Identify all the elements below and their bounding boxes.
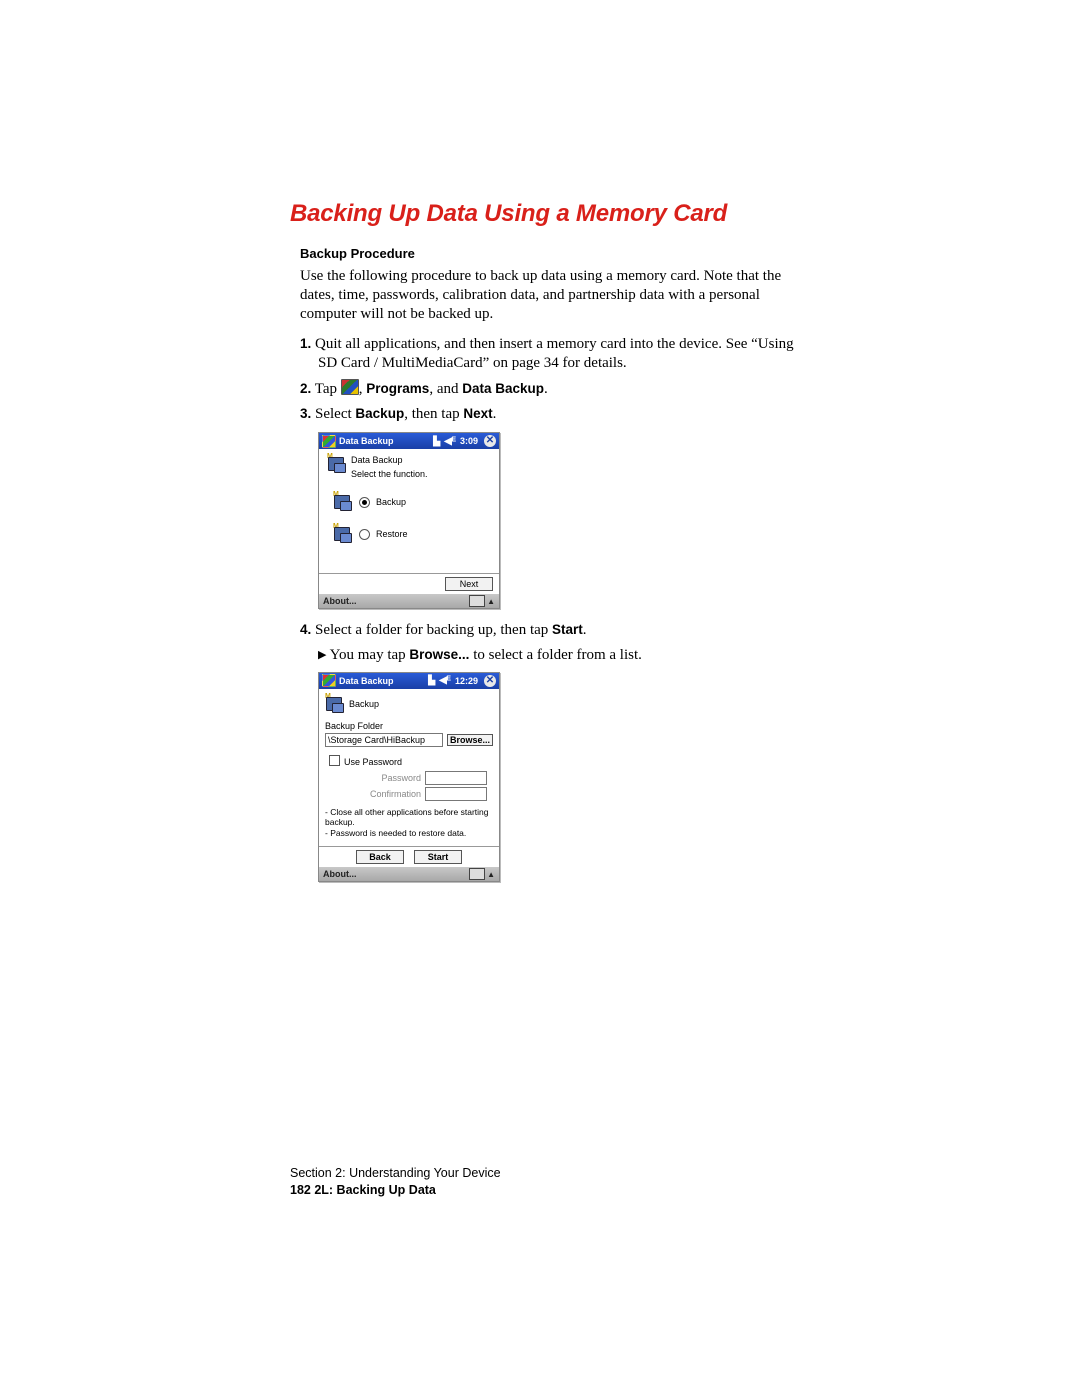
step-text: Quit all applications, and then insert a… — [315, 336, 794, 371]
back-button[interactable]: Back — [356, 850, 404, 864]
app-title: Data Backup — [351, 455, 428, 465]
step-3: 3. Select Backup, then tap Next. — [300, 405, 800, 424]
signal-icon: ▙ — [433, 436, 440, 447]
signal-icon: ▙ — [428, 675, 435, 686]
screenshot-1: Data Backup ▙ ◀ᴱ 3:09 ✕ Data Backup Sele… — [318, 432, 500, 609]
step-number: 3. — [300, 406, 311, 421]
step-1: 1. Quit all applications, and then inser… — [300, 335, 800, 373]
radio-backup-label: Backup — [376, 497, 406, 507]
restore-option[interactable]: Restore — [333, 525, 491, 543]
use-password-label: Use Password — [344, 757, 402, 767]
backup-option[interactable]: Backup — [333, 493, 491, 511]
window-titlebar: Data Backup ▙ ◀ᴱ 3:09 ✕ — [319, 433, 499, 449]
start-icon[interactable] — [322, 674, 336, 687]
browse-button[interactable]: Browse... — [447, 734, 493, 746]
button-bar: Back Start — [319, 846, 499, 867]
step-text: , and — [429, 381, 462, 397]
note-text: You may tap — [330, 647, 410, 663]
intro-paragraph: Use the following procedure to back up d… — [300, 267, 800, 325]
notes: - Close all other applications before st… — [325, 807, 493, 839]
next-label: Next — [463, 406, 492, 421]
screen-title: Backup — [349, 699, 379, 709]
use-password-checkbox[interactable] — [329, 755, 340, 766]
about-link[interactable]: About... — [323, 596, 357, 606]
app-icon — [325, 695, 343, 713]
volume-icon: ◀ᴱ — [444, 436, 456, 447]
footer-page: 182 2L: Backing Up Data — [290, 1183, 501, 1197]
clock: 3:09 — [460, 436, 478, 446]
note-line: ▶ You may tap Browse... to select a fold… — [318, 647, 800, 664]
note-2: - Password is needed to restore data. — [325, 828, 493, 839]
step-4: 4. Select a folder for backing up, then … — [300, 621, 800, 640]
bullet-icon: ▶ — [318, 649, 326, 661]
data-backup-label: Data Backup — [462, 381, 544, 396]
bottom-bar: About... ▲ — [319, 867, 499, 881]
radio-backup[interactable] — [359, 497, 370, 508]
window-title: Data Backup — [339, 676, 394, 686]
radio-restore[interactable] — [359, 529, 370, 540]
app-icon — [327, 455, 345, 473]
keyboard-icon[interactable] — [469, 868, 485, 880]
password-label: Password — [357, 773, 421, 783]
step-list-continued: 4. Select a folder for backing up, then … — [300, 621, 800, 640]
backup-icon — [333, 493, 351, 511]
step-text: . — [583, 622, 587, 638]
step-number: 2. — [300, 381, 311, 396]
bottom-bar: About... ▲ — [319, 594, 499, 608]
volume-icon: ◀ᴱ — [439, 675, 451, 686]
start-icon[interactable] — [322, 435, 336, 448]
about-link[interactable]: About... — [323, 869, 357, 879]
confirmation-label: Confirmation — [357, 789, 421, 799]
button-bar: Next — [319, 573, 499, 594]
backup-label: Backup — [355, 406, 404, 421]
start-button[interactable]: Start — [414, 850, 462, 864]
window-title: Data Backup — [339, 436, 394, 446]
step-list: 1. Quit all applications, and then inser… — [300, 335, 800, 425]
page-footer: Section 2: Understanding Your Device 182… — [290, 1166, 501, 1197]
step-2: 2. Tap , Programs, and Data Backup. — [300, 379, 800, 399]
password-input[interactable] — [425, 771, 487, 785]
start-menu-icon — [341, 379, 359, 395]
step-number: 1. — [300, 336, 311, 351]
section-title: Backing Up Data Using a Memory Card — [290, 200, 800, 228]
folder-input[interactable]: \Storage Card\HiBackup — [325, 733, 443, 747]
step-text: Select — [315, 406, 355, 422]
confirmation-input[interactable] — [425, 787, 487, 801]
close-icon[interactable]: ✕ — [484, 675, 496, 687]
step-text: . — [544, 381, 548, 397]
browse-label: Browse... — [409, 647, 469, 662]
screenshot-2: Data Backup ▙ ◀ᴱ 12:29 ✕ Backup Backup F… — [318, 672, 500, 883]
keyboard-icon[interactable] — [469, 595, 485, 607]
clock: 12:29 — [455, 676, 478, 686]
step-number: 4. — [300, 622, 311, 637]
window-titlebar: Data Backup ▙ ◀ᴱ 12:29 ✕ — [319, 673, 499, 689]
radio-restore-label: Restore — [376, 529, 408, 539]
app-subtitle: Select the function. — [351, 469, 428, 479]
subsection-title: Backup Procedure — [300, 246, 800, 261]
close-icon[interactable]: ✕ — [484, 435, 496, 447]
step-text: . — [493, 406, 497, 422]
footer-section: Section 2: Understanding Your Device — [290, 1166, 501, 1180]
step-text: , then tap — [404, 406, 463, 422]
start-label: Start — [552, 622, 583, 637]
sip-arrow-icon[interactable]: ▲ — [487, 597, 495, 606]
step-text: Select a folder for backing up, then tap — [315, 622, 552, 638]
note-text: to select a folder from a list. — [469, 647, 641, 663]
restore-icon — [333, 525, 351, 543]
sip-arrow-icon[interactable]: ▲ — [487, 870, 495, 879]
note-1: - Close all other applications before st… — [325, 807, 493, 828]
next-button[interactable]: Next — [445, 577, 493, 591]
step-text: Tap — [315, 381, 341, 397]
programs-label: Programs — [366, 381, 429, 396]
folder-label: Backup Folder — [325, 721, 493, 731]
